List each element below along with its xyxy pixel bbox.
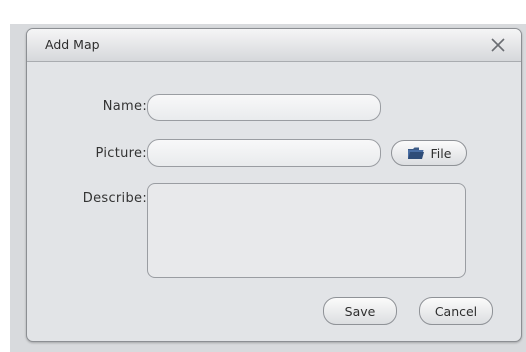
picture-input[interactable] (147, 139, 381, 167)
name-label: Name: (102, 99, 147, 114)
describe-label-wrap: Describe: (27, 191, 147, 211)
file-button[interactable]: File (391, 140, 467, 166)
dialog-titlebar: Add Map (27, 29, 521, 62)
file-button-label: File (430, 145, 452, 161)
describe-textarea[interactable] (147, 183, 466, 278)
save-button[interactable]: Save (323, 297, 397, 325)
name-label-wrap: Name: (27, 99, 147, 119)
folder-icon (407, 146, 425, 163)
add-map-dialog: Add Map Name: Picture: File Describe: Sa… (26, 28, 522, 342)
picture-label-wrap: Picture: (27, 146, 147, 166)
save-button-label: Save (344, 303, 376, 319)
describe-label: Describe: (82, 191, 147, 206)
picture-label: Picture: (95, 146, 147, 161)
cancel-button[interactable]: Cancel (419, 297, 493, 325)
name-input[interactable] (147, 94, 381, 121)
cancel-button-label: Cancel (434, 303, 478, 319)
close-icon[interactable] (487, 34, 509, 56)
dialog-title: Add Map (45, 37, 100, 52)
